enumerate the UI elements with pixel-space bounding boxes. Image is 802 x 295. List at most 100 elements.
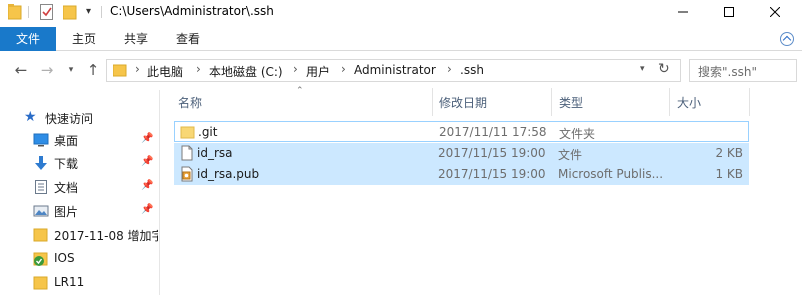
navigation-bar: ← → ▾ ↑ › 此电脑 › 本地磁盘 (C:) › 用户 › Adminis… <box>0 56 802 84</box>
navigation-pane: ★ 快速访问 桌面 📌 下载 📌 文档 📌 图片 📌 2017-11-08 增加… <box>0 90 160 295</box>
back-arrow-icon: ← <box>14 61 28 79</box>
nav-label: 下载 <box>54 157 79 171</box>
minimize-button[interactable] <box>660 0 706 24</box>
up-arrow-icon: ↑ <box>86 61 100 79</box>
nav-pictures[interactable]: 图片 📌 <box>0 199 158 223</box>
desktop-icon <box>33 132 49 148</box>
column-header-name[interactable]: 名称 <box>178 94 202 111</box>
nav-label: 文档 <box>54 181 79 195</box>
search-placeholder: 搜索".ssh" <box>698 65 757 79</box>
file-type: 文件夹 <box>559 127 596 141</box>
folder-icon <box>33 275 49 291</box>
breadcrumb-separator-icon[interactable]: › <box>293 62 298 76</box>
file-row-git[interactable]: .git 2017/11/11 17:58 文件夹 <box>174 121 749 142</box>
new-folder-icon[interactable] <box>62 4 77 23</box>
maximize-button[interactable] <box>706 0 752 24</box>
title-divider <box>28 6 29 18</box>
nav-label: 快速访问 <box>45 112 94 126</box>
tab-file[interactable]: 文件 <box>0 27 56 51</box>
breadcrumb-ssh[interactable]: .ssh <box>460 63 484 77</box>
breadcrumb-separator-icon[interactable]: › <box>341 62 346 76</box>
quick-access-dropdown-icon[interactable]: ▾ <box>86 6 91 17</box>
folder-icon <box>112 64 127 80</box>
column-header-type[interactable]: 类型 <box>559 94 583 111</box>
back-button[interactable]: ← <box>10 58 32 82</box>
forward-button[interactable]: → <box>36 58 58 82</box>
column-divider[interactable] <box>551 88 552 116</box>
file-modified: 2017/11/15 19:00 <box>438 167 546 181</box>
column-divider[interactable] <box>749 88 750 116</box>
nav-folder-2017-11-08[interactable]: 2017-11-08 增加字 <box>0 223 158 247</box>
nav-documents[interactable]: 文档 📌 <box>0 175 158 199</box>
file-name: .git <box>198 125 218 139</box>
folder-icon <box>33 227 49 243</box>
close-icon <box>770 7 780 17</box>
column-header-size[interactable]: 大小 <box>677 94 701 111</box>
forward-arrow-icon: → <box>40 61 54 79</box>
nav-label: 图片 <box>54 205 79 219</box>
breadcrumb-users[interactable]: 用户 <box>306 63 330 80</box>
sync-folder-icon <box>33 251 49 267</box>
pin-icon[interactable]: 📌 <box>141 180 153 191</box>
close-button[interactable] <box>752 0 798 24</box>
nav-downloads[interactable]: 下载 📌 <box>0 151 158 175</box>
file-type: Microsoft Publis... <box>558 167 663 181</box>
recent-locations-button[interactable]: ▾ <box>60 58 82 82</box>
title-bar: ▾ C:\Users\Administrator\.ssh <box>0 0 802 24</box>
nav-folder-ios[interactable]: IOS <box>0 247 158 271</box>
nav-folder-lr11[interactable]: LR11 <box>0 271 158 295</box>
breadcrumb-administrator[interactable]: Administrator <box>354 63 436 77</box>
column-divider[interactable] <box>669 88 670 116</box>
nav-quick-access[interactable]: ★ 快速访问 <box>0 106 158 130</box>
breadcrumb-separator-icon[interactable]: › <box>135 62 140 76</box>
maximize-icon <box>724 7 734 17</box>
publisher-file-icon <box>179 166 195 182</box>
breadcrumb-local-disk[interactable]: 本地磁盘 (C:) <box>209 63 283 80</box>
file-type: 文件 <box>558 148 583 162</box>
title-divider <box>101 6 102 18</box>
column-header-date[interactable]: 修改日期 <box>439 94 487 111</box>
file-row-id-rsa[interactable]: id_rsa 2017/11/15 19:00 文件 2 KB <box>174 143 749 164</box>
sort-ascending-icon: ⌃ <box>296 86 304 96</box>
address-bar[interactable]: › 此电脑 › 本地磁盘 (C:) › 用户 › Administrator ›… <box>106 59 681 82</box>
file-modified: 2017/11/11 17:58 <box>439 125 547 139</box>
up-button[interactable]: ↑ <box>82 58 104 82</box>
file-list: ⌃ 名称 修改日期 类型 大小 .git 2017/11/11 17:58 文件… <box>162 84 802 295</box>
column-divider[interactable] <box>432 88 433 116</box>
picture-icon <box>33 203 49 219</box>
tab-view[interactable]: 查看 <box>164 27 212 51</box>
file-row-id-rsa-pub[interactable]: id_rsa.pub 2017/11/15 19:00 Microsoft Pu… <box>174 164 749 185</box>
tab-share[interactable]: 共享 <box>112 27 160 51</box>
tab-home[interactable]: 主页 <box>60 27 108 51</box>
breadcrumb-this-pc[interactable]: 此电脑 <box>147 63 183 80</box>
breadcrumb-separator-icon[interactable]: › <box>447 62 452 76</box>
document-icon <box>33 179 49 195</box>
folder-icon[interactable] <box>7 4 22 23</box>
window-title: C:\Users\Administrator\.ssh <box>110 4 274 18</box>
file-name: id_rsa.pub <box>197 167 260 181</box>
folder-icon <box>180 124 196 140</box>
address-dropdown-icon[interactable]: ▾ <box>640 64 645 74</box>
star-icon: ★ <box>24 109 37 125</box>
nav-label: 2017-11-08 增加字 <box>54 229 158 243</box>
address-actions: ▾ ↻ <box>634 60 680 81</box>
refresh-icon[interactable]: ↻ <box>658 61 670 77</box>
search-box[interactable]: 搜索".ssh" <box>689 59 797 82</box>
properties-icon[interactable] <box>40 4 54 23</box>
breadcrumb-separator-icon[interactable]: › <box>196 62 201 76</box>
pin-icon[interactable]: 📌 <box>141 156 153 167</box>
ribbon-tabs: 文件 主页 共享 查看 <box>0 27 802 51</box>
download-icon <box>33 155 49 171</box>
file-size: 1 KB <box>715 167 743 181</box>
pin-icon[interactable]: 📌 <box>141 204 153 215</box>
nav-desktop[interactable]: 桌面 📌 <box>0 128 158 152</box>
nav-label: 桌面 <box>54 134 79 148</box>
nav-label: LR11 <box>54 275 85 289</box>
file-modified: 2017/11/15 19:00 <box>438 146 546 160</box>
expand-ribbon-button[interactable] <box>780 32 794 46</box>
file-icon <box>179 145 195 161</box>
file-size: 2 KB <box>715 146 743 160</box>
minimize-icon <box>678 11 688 13</box>
pin-icon[interactable]: 📌 <box>141 133 153 144</box>
chevron-down-icon: ▾ <box>68 65 74 75</box>
